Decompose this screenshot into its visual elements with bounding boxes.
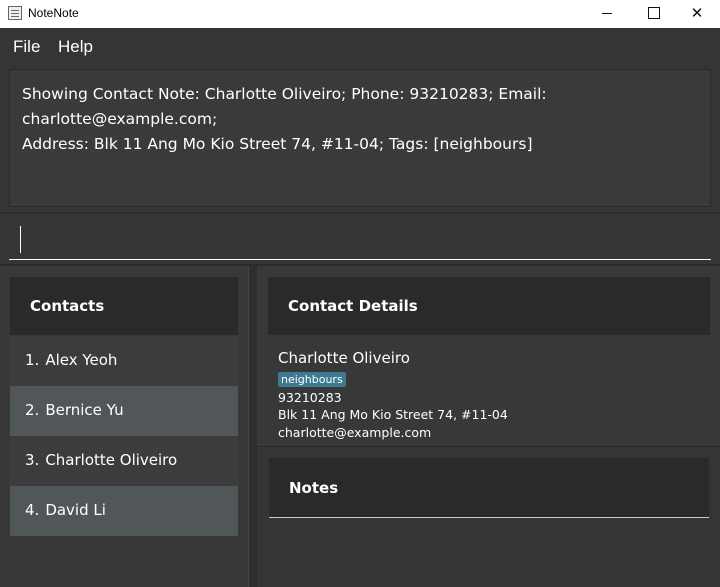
result-display: Showing Contact Note: Charlotte Oliveiro… <box>9 69 711 207</box>
maximize-icon[interactable] <box>630 0 676 28</box>
contact-name: Charlotte Oliveiro <box>45 451 178 469</box>
menu-file[interactable]: File <box>13 37 40 57</box>
detail-address: Blk 11 Ang Mo Kio Street 74, #11-04 <box>278 407 508 422</box>
contact-index: 3. <box>25 451 40 469</box>
split-pane-divider[interactable] <box>248 266 257 587</box>
contact-list-item-alex-yeoh[interactable]: 1. Alex Yeoh <box>10 336 238 386</box>
notepad-icon <box>8 6 22 20</box>
contact-list-item-charlotte-oliveiro[interactable]: 3. Charlotte Oliveiro <box>10 436 238 486</box>
minimize-icon[interactable] <box>584 0 630 28</box>
detail-name: Charlotte Oliveiro <box>278 349 410 367</box>
detail-phone: 93210283 <box>278 390 342 405</box>
command-input[interactable] <box>9 222 711 260</box>
close-icon[interactable]: ✕ <box>674 0 720 28</box>
menu-help[interactable]: Help <box>58 37 93 57</box>
contact-list-item-david-li[interactable]: 4. David Li <box>10 486 238 536</box>
contact-list-item-bernice-yu[interactable]: 2. Bernice Yu <box>10 386 238 436</box>
contact-name: Alex Yeoh <box>45 351 118 369</box>
tag-badge: neighbours <box>278 372 346 387</box>
contact-index: 2. <box>25 401 40 419</box>
notes-header: Notes <box>269 458 709 518</box>
detail-email: charlotte@example.com <box>278 425 432 440</box>
contact-details-title: Contact Details <box>288 297 418 315</box>
contact-details-card: Charlotte Oliveiro neighbours 93210283 B… <box>257 335 720 447</box>
contacts-title: Contacts <box>30 297 105 315</box>
result-line-1: Showing Contact Note: Charlotte Oliveiro… <box>22 85 547 128</box>
result-line-2: Address: Blk 11 Ang Mo Kio Street 74, #1… <box>22 135 533 153</box>
contact-index: 1. <box>25 351 40 369</box>
contact-name: Bernice Yu <box>45 401 124 419</box>
divider <box>0 212 720 214</box>
notes-title: Notes <box>289 479 339 497</box>
menu-bar: File Help <box>0 28 720 64</box>
text-caret <box>20 226 21 253</box>
contact-name: David Li <box>45 501 106 519</box>
contact-details-header: Contact Details <box>268 277 710 335</box>
contact-index: 4. <box>25 501 40 519</box>
window-title: NoteNote <box>28 6 79 20</box>
window-titlebar: NoteNote ✕ <box>0 0 720 28</box>
contacts-header: Contacts <box>10 277 238 335</box>
